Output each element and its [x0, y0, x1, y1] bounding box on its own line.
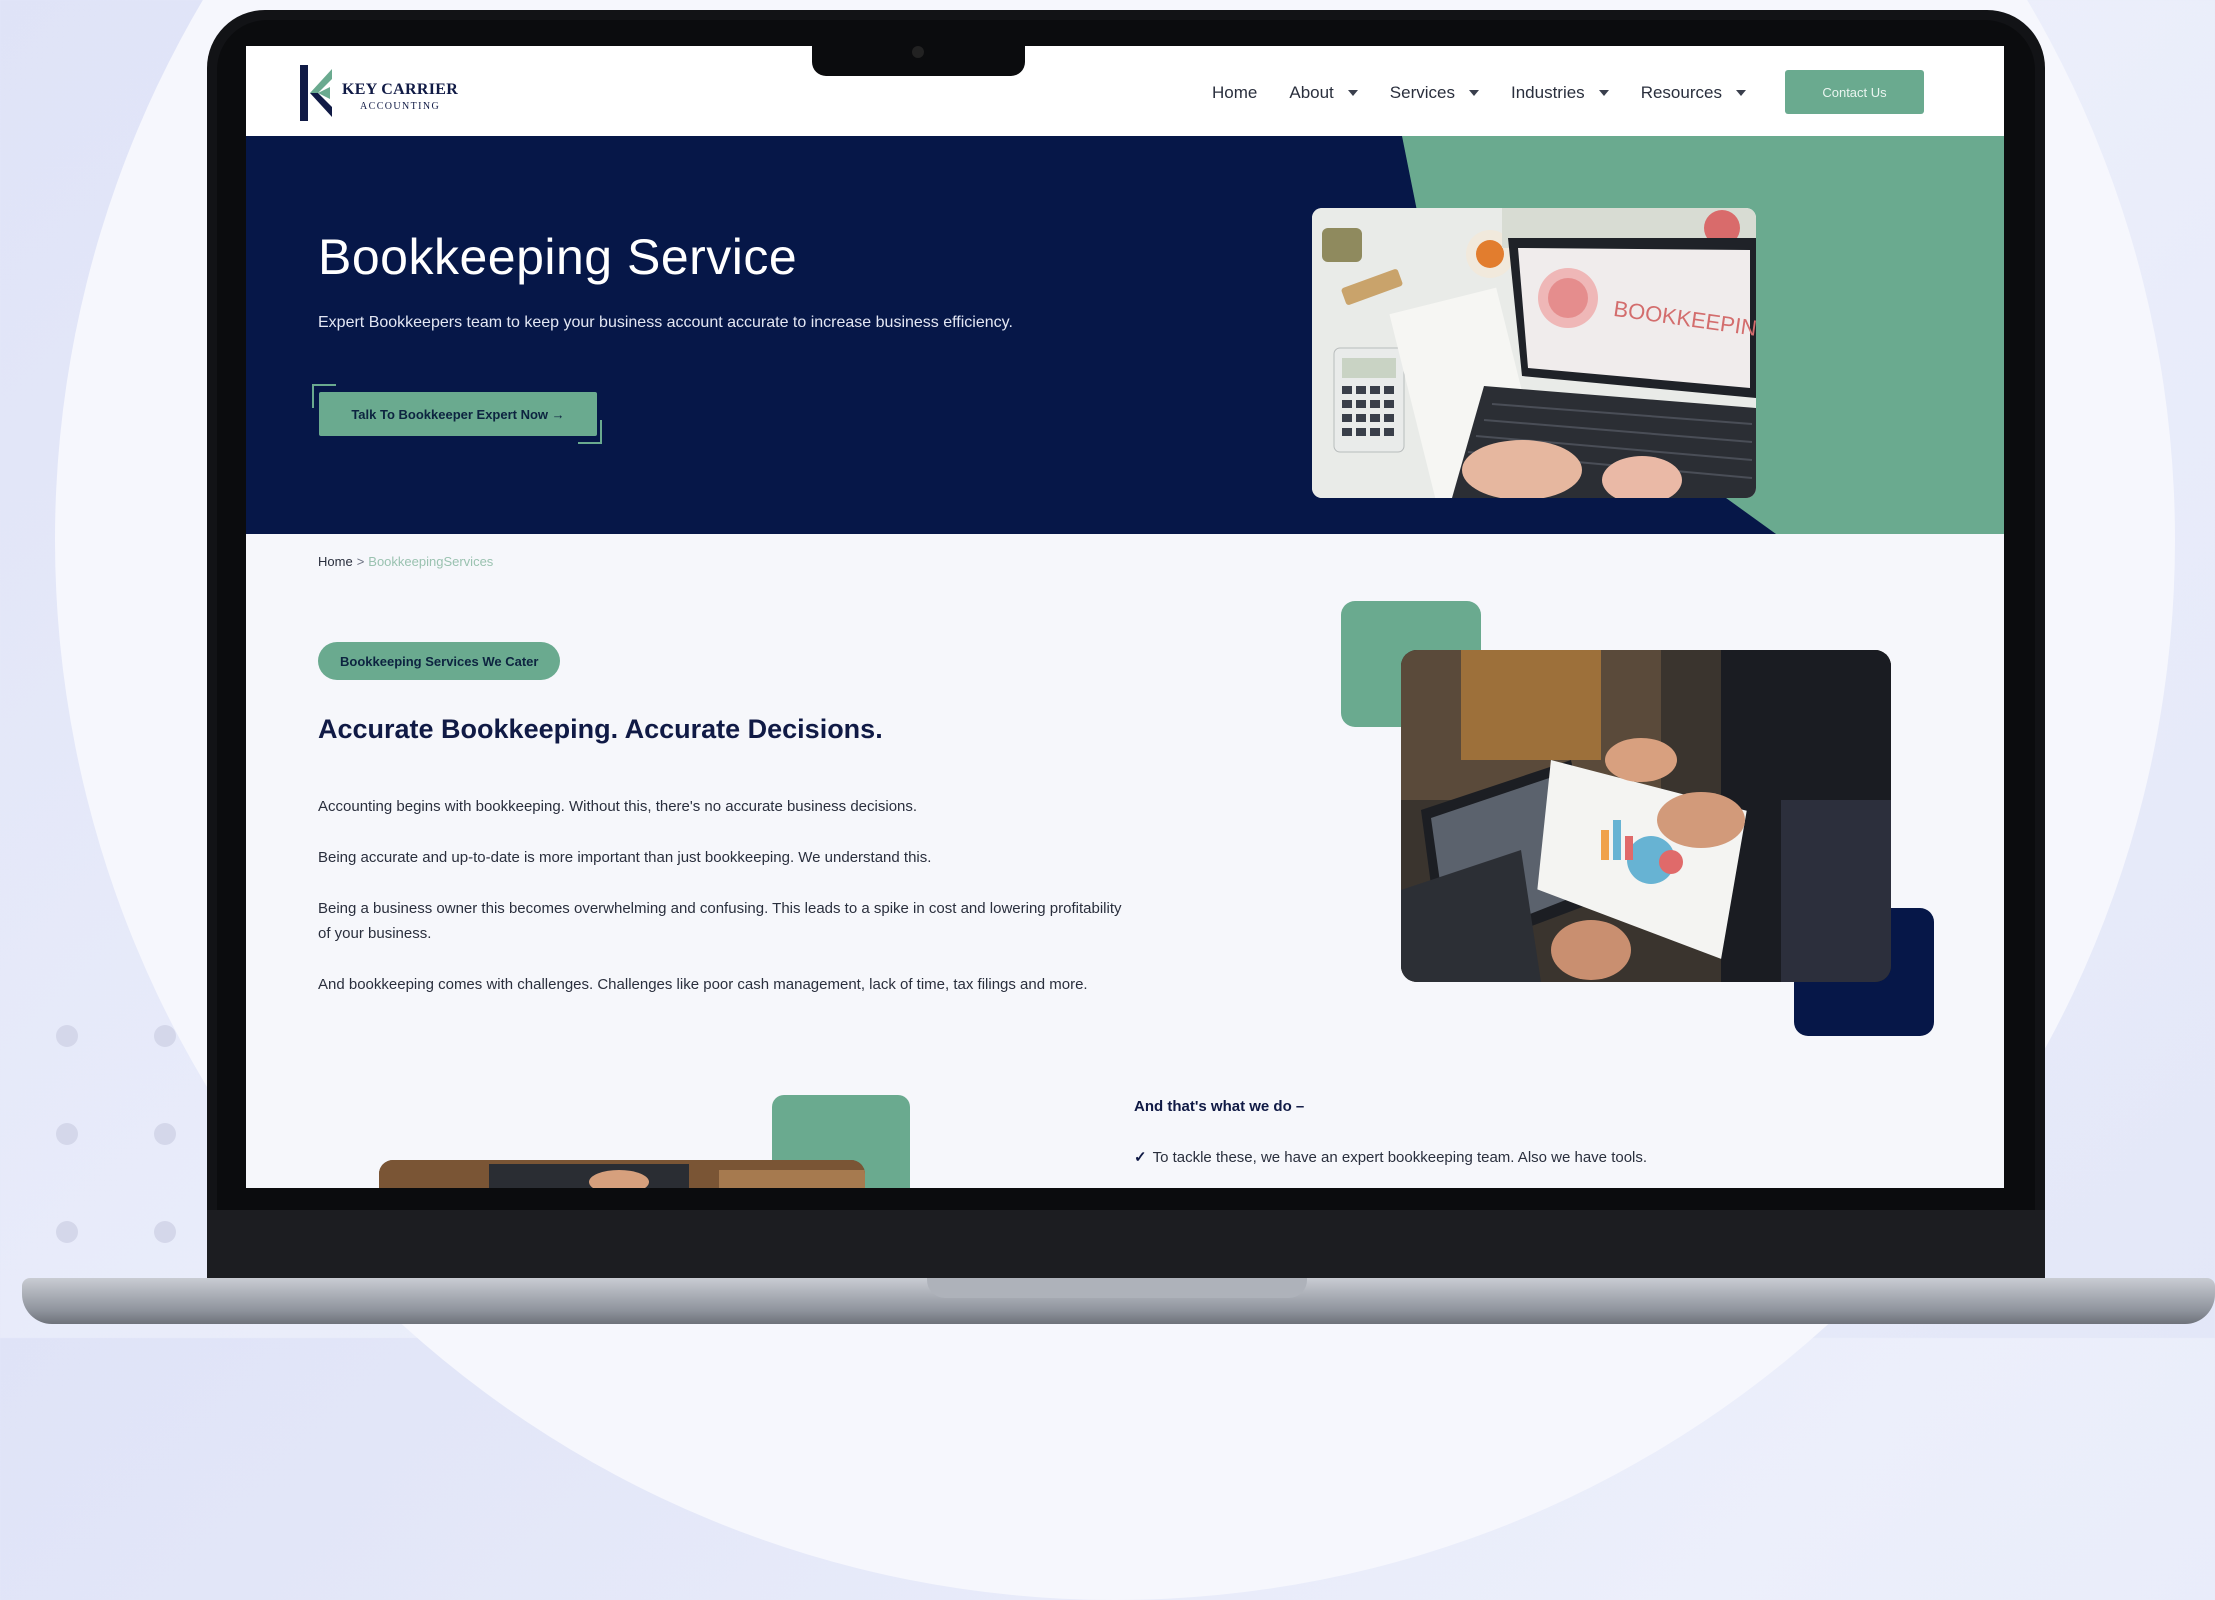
chevron-down-icon [1735, 90, 1746, 96]
site-header: KEY CARRIER ACCOUNTING Home About Servic… [246, 46, 2004, 136]
site-logo[interactable]: KEY CARRIER ACCOUNTING [298, 63, 468, 123]
laptop-base [22, 1278, 2215, 1324]
website-screen: KEY CARRIER ACCOUNTING Home About Servic… [246, 46, 2004, 1188]
what-we-do-heading: And that's what we do – [1134, 1098, 1305, 1115]
breadcrumb-current: BookkeepingServices [368, 554, 494, 569]
contact-us-button[interactable]: Contact Us [1785, 70, 1924, 114]
chevron-down-icon [1468, 90, 1479, 96]
camera-icon [912, 46, 924, 58]
nav-resources-label: Resources [1640, 83, 1722, 102]
list-item: ✓ To tackle these, we have an expert book… [1134, 1148, 1647, 1166]
hero-subtitle: Expert Bookkeepers team to keep your bus… [318, 314, 1013, 331]
nav-services-label: Services [1389, 83, 1455, 102]
nav-about[interactable]: About [1289, 83, 1358, 103]
logo-title: KEY CARRIER [342, 81, 459, 98]
bookkeeping-laptop-image: BOOKKEEPING [1312, 208, 1756, 498]
breadcrumb: Home > BookkeepingServices [318, 554, 493, 569]
key-carrier-k-logo-icon [300, 65, 332, 121]
chevron-down-icon [1598, 90, 1609, 96]
camera-notch [812, 36, 1025, 76]
chevron-down-icon [1347, 90, 1358, 96]
nav-about-label: About [1289, 83, 1334, 102]
nav-industries[interactable]: Industries [1511, 83, 1609, 103]
talk-to-expert-button[interactable]: Talk To Bookkeeper Expert Now → [319, 392, 597, 436]
paragraph: Being a business owner this becomes over… [318, 900, 1122, 942]
paragraph: Accounting begins with bookkeeping. With… [318, 798, 918, 815]
hero-title: Bookkeeping Service [318, 229, 798, 285]
checkmark-icon: ✓ [1134, 1149, 1147, 1166]
main-nav: Home About Services Industries Resources [1212, 80, 1778, 106]
section-badge: Bookkeeping Services We Cater [318, 642, 561, 680]
section-title: Accurate Bookkeeping. Accurate Decisions… [318, 714, 883, 744]
hero-banner: Bookkeeping Service Expert Bookkeepers t… [246, 136, 2004, 534]
laptop-chin [207, 1210, 2045, 1280]
paragraph: And bookkeeping comes with challenges. C… [318, 976, 1088, 993]
nav-resources[interactable]: Resources [1641, 83, 1746, 103]
nav-industries-label: Industries [1510, 83, 1585, 102]
nav-home-label: Home [1212, 83, 1258, 102]
hero-cta-frame: Talk To Bookkeeper Expert Now → [312, 384, 602, 444]
nav-services[interactable]: Services [1390, 83, 1479, 103]
paragraph: Being accurate and up-to-date is more im… [318, 849, 932, 866]
breadcrumb-separator: > [356, 554, 365, 569]
bottom-section-image [379, 1160, 865, 1188]
logo-subtitle: ACCOUNTING [360, 101, 441, 112]
team-reviewing-charts-image [1401, 650, 1891, 982]
nav-home[interactable]: Home [1212, 83, 1257, 103]
breadcrumb-home-link[interactable]: Home [318, 554, 353, 569]
decorative-dots [50, 1015, 190, 1245]
list-item-text: To tackle these, we have an expert bookk… [1152, 1149, 1648, 1166]
